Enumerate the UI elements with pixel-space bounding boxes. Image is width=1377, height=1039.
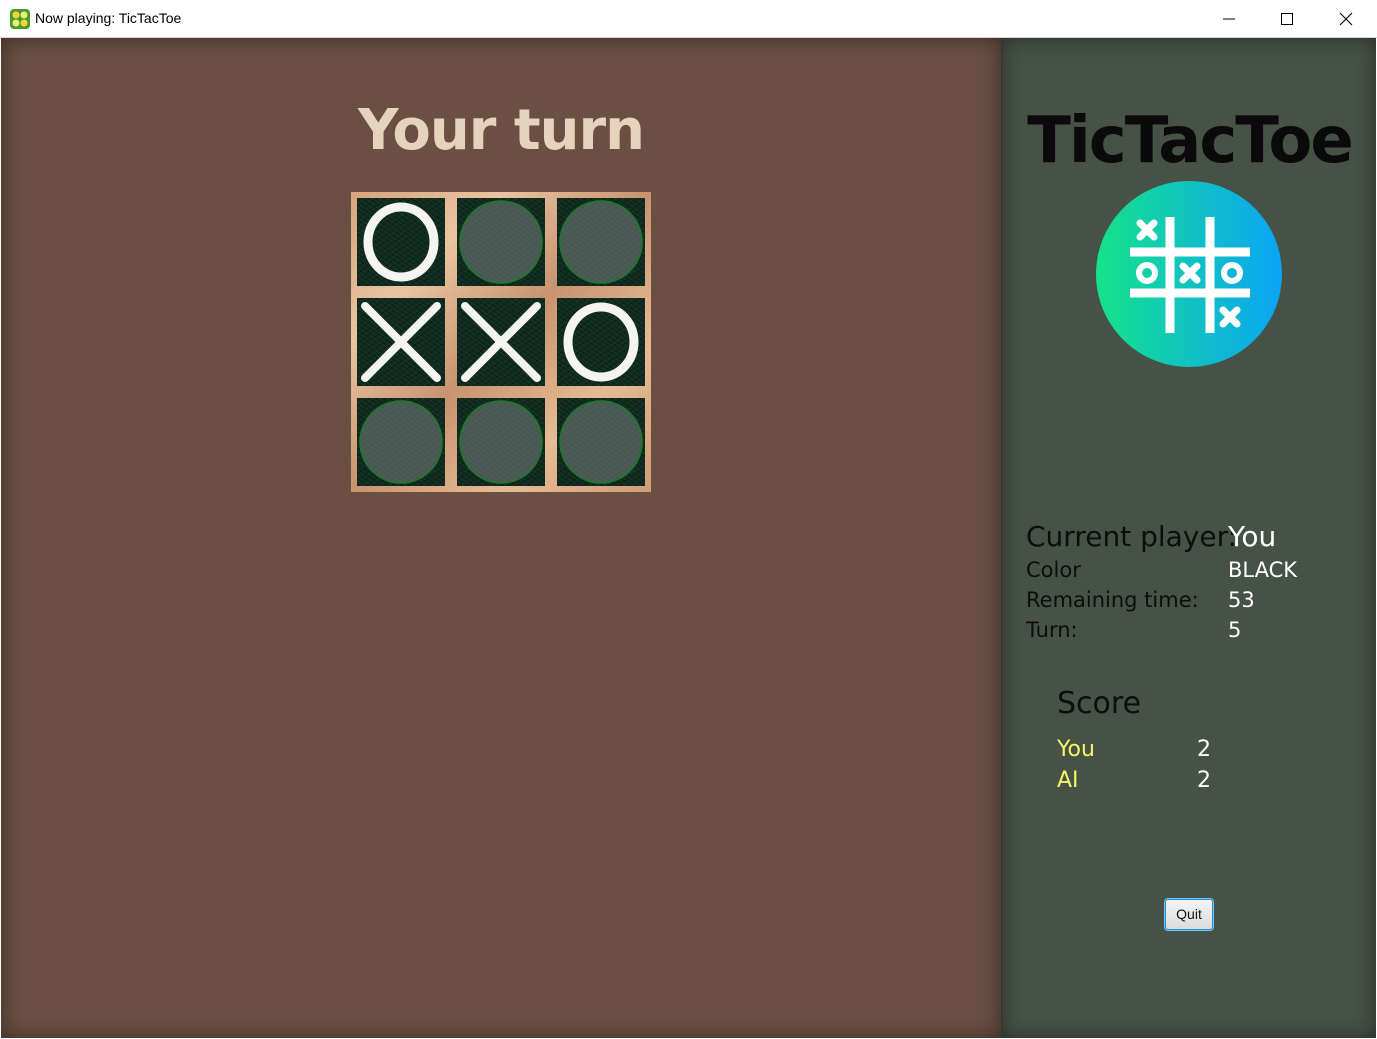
- x-mark-icon: [361, 302, 441, 382]
- game-board: [351, 192, 651, 492]
- quit-button[interactable]: Quit: [1165, 899, 1213, 930]
- remaining-time-value: 53: [1228, 588, 1255, 612]
- color-value: BLACK: [1228, 558, 1298, 582]
- minimize-button[interactable]: [1200, 0, 1258, 38]
- o-mark-icon: [363, 202, 439, 282]
- window-titlebar: Now playing: TicTacToe: [0, 0, 1377, 38]
- close-icon: [1339, 12, 1353, 26]
- color-label: Color: [1026, 558, 1081, 582]
- empty-slot-icon: [559, 400, 643, 484]
- board-cell-r3c1[interactable]: [357, 398, 445, 486]
- x-mark-icon: [461, 302, 541, 382]
- maximize-button[interactable]: [1258, 0, 1316, 38]
- board-cell-r2c3[interactable]: [557, 298, 645, 386]
- turn-value: 5: [1228, 618, 1242, 642]
- score-name-you: You: [1057, 737, 1095, 762]
- turn-status: Your turn: [358, 98, 645, 163]
- empty-slot-icon: [559, 200, 643, 284]
- maximize-icon: [1281, 13, 1293, 25]
- game-controller-icon: [10, 9, 30, 29]
- board-cell-r1c3[interactable]: [557, 198, 645, 286]
- score-name-ai: AI: [1057, 768, 1079, 793]
- board-cell-r3c2[interactable]: [457, 398, 545, 486]
- game-area: Your turn: [1, 38, 1001, 1038]
- current-player-label: Current player:: [1026, 520, 1238, 553]
- board-cell-r1c1[interactable]: [357, 198, 445, 286]
- empty-slot-icon: [459, 200, 543, 284]
- o-mark-icon: [563, 302, 639, 382]
- board-cell-r3c3[interactable]: [557, 398, 645, 486]
- app-name: TicTacToe: [1027, 104, 1354, 178]
- turn-label: Turn:: [1026, 618, 1078, 642]
- close-button[interactable]: [1317, 0, 1375, 38]
- current-player-value: You: [1228, 520, 1277, 553]
- empty-slot-icon: [459, 400, 543, 484]
- board-cell-r2c1[interactable]: [357, 298, 445, 386]
- info-panel: TicTacToe Current player: You Color BLAC…: [1001, 38, 1376, 1038]
- window-content: Your turn TicTacToe Current player: You …: [1, 38, 1376, 1038]
- empty-slot-icon: [359, 400, 443, 484]
- tictactoe-logo-icon: [1096, 181, 1282, 367]
- board-cell-r2c2[interactable]: [457, 298, 545, 386]
- minimize-icon: [1223, 18, 1235, 20]
- score-value-ai: 2: [1197, 768, 1211, 793]
- board-cell-r1c2[interactable]: [457, 198, 545, 286]
- score-value-you: 2: [1197, 737, 1211, 762]
- score-title: Score: [1057, 686, 1142, 721]
- remaining-time-label: Remaining time:: [1026, 588, 1199, 612]
- window-title: Now playing: TicTacToe: [35, 10, 182, 26]
